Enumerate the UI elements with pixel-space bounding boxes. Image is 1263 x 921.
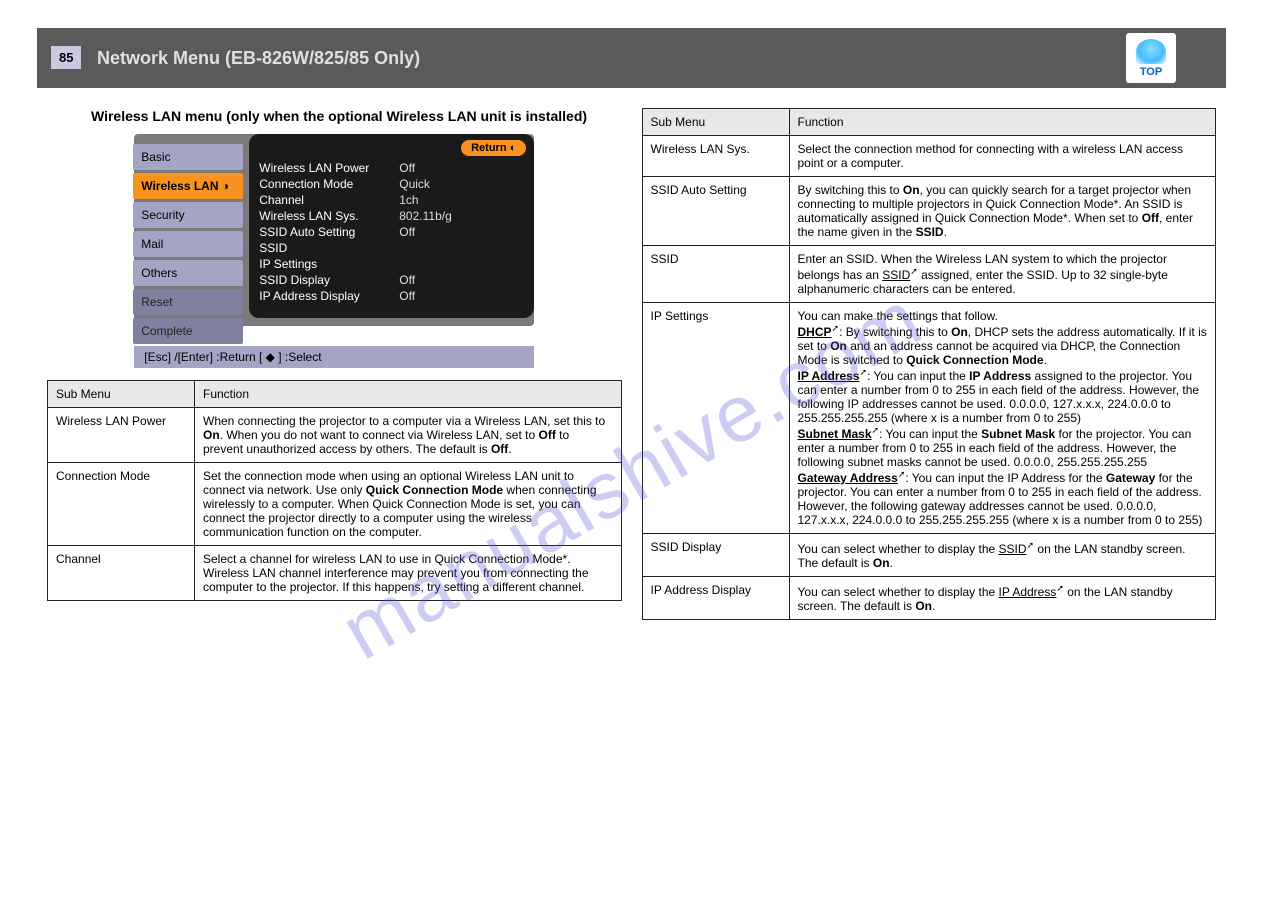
header-bar: 85 Network Menu (EB-826W/825/85 Only) TO… <box>37 28 1226 88</box>
tab-wireless-lan[interactable]: Wireless LAN ◑ <box>133 173 243 199</box>
left-spec-table: Sub Menu Function Wireless LAN PowerWhen… <box>47 380 622 601</box>
menu-item[interactable]: IP Settings <box>259 256 524 272</box>
th-submenu-l: Sub Menu <box>48 381 195 408</box>
table-row: Wireless LAN PowerWhen connecting the pr… <box>48 408 622 463</box>
menu-detail-panel: Return ◐ Wireless LAN PowerOffConnection… <box>249 134 534 318</box>
return-button[interactable]: Return ◐ <box>461 140 526 156</box>
tab-security[interactable]: Security <box>133 202 243 228</box>
left-column: Wireless LAN menu (only when the optiona… <box>37 108 632 620</box>
table-row: Wireless LAN Sys.Select the connection m… <box>642 136 1216 177</box>
top-label: TOP <box>1140 66 1162 78</box>
menu-item[interactable]: SSID DisplayOff <box>259 272 524 288</box>
menu-tabs: Basic Wireless LAN ◑ Security Mail Other… <box>133 144 243 347</box>
table-row: SSID Auto SettingBy switching this to On… <box>642 177 1216 246</box>
tab-basic[interactable]: Basic <box>133 144 243 170</box>
table-row: IP Address DisplayYou can select whether… <box>642 577 1216 620</box>
top-home-button[interactable]: TOP <box>1126 33 1176 83</box>
page-number: 85 <box>51 46 81 69</box>
th-function-r: Function <box>789 109 1216 136</box>
table-row: SSID DisplayYou can select whether to di… <box>642 534 1216 577</box>
home-icon <box>1136 39 1166 64</box>
section-title: Wireless LAN menu (only when the optiona… <box>91 108 622 124</box>
th-submenu-r: Sub Menu <box>642 109 789 136</box>
tab-mail[interactable]: Mail <box>133 231 243 257</box>
right-spec-table: Sub Menu Function Wireless LAN Sys.Selec… <box>642 108 1217 620</box>
menu-item[interactable]: SSID Auto SettingOff <box>259 224 524 240</box>
right-column: Sub Menu Function Wireless LAN Sys.Selec… <box>632 108 1227 620</box>
header-title: Network Menu (EB-826W/825/85 Only) <box>97 48 420 69</box>
tab-complete[interactable]: Complete <box>133 318 243 344</box>
table-row: SSIDEnter an SSID. When the Wireless LAN… <box>642 246 1216 303</box>
menu-item[interactable]: SSID <box>259 240 524 256</box>
menu-item[interactable]: Channel1ch <box>259 192 524 208</box>
menu-item[interactable]: Wireless LAN PowerOff <box>259 160 524 176</box>
th-function-l: Function <box>195 381 622 408</box>
menu-item[interactable]: Connection ModeQuick <box>259 176 524 192</box>
tab-reset[interactable]: Reset <box>133 289 243 315</box>
projector-menu-screenshot: Basic Wireless LAN ◑ Security Mail Other… <box>134 134 534 368</box>
menu-item[interactable]: IP Address DisplayOff <box>259 288 524 304</box>
table-row: Connection ModeSet the connection mode w… <box>48 463 622 546</box>
table-row: ChannelSelect a channel for wireless LAN… <box>48 546 622 601</box>
menu-item[interactable]: Wireless LAN Sys.802.11b/g <box>259 208 524 224</box>
table-row: IP SettingsYou can make the settings tha… <box>642 303 1216 534</box>
tab-others[interactable]: Others <box>133 260 243 286</box>
chevron-right-icon: ◑ <box>222 179 229 193</box>
menu-hint-bar: [Esc] /[Enter] :Return [ ◆ ] :Select <box>134 346 534 368</box>
